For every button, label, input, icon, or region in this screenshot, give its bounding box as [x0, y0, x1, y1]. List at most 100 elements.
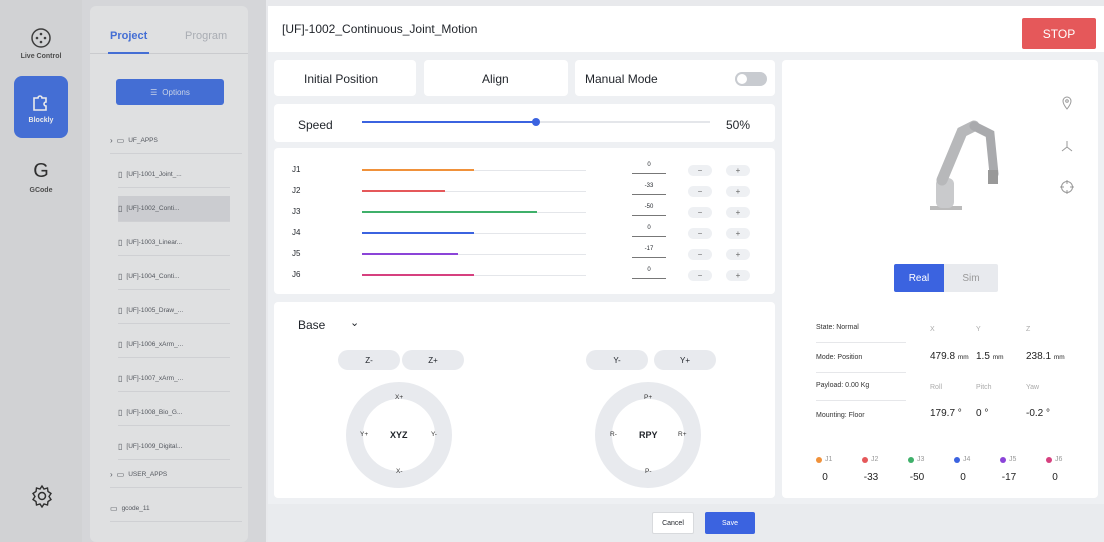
joint-slider[interactable]	[362, 169, 586, 171]
y-plus-button[interactable]: Y+	[654, 350, 716, 370]
joint-slider[interactable]	[362, 232, 586, 234]
mode-text: Mode: Position	[816, 354, 863, 361]
y-plus-label[interactable]: Y+	[360, 431, 368, 438]
sim-mode-button[interactable]: Sim	[944, 264, 998, 292]
y-minus-button[interactable]: Y-	[586, 350, 648, 370]
p-minus-label[interactable]: P-	[645, 468, 652, 475]
joint-readout-value: 0	[960, 472, 966, 483]
axes-icon[interactable]	[1060, 140, 1074, 154]
y-header: Y	[976, 326, 981, 333]
joint-legend-label: J4	[963, 456, 971, 463]
speed-slider[interactable]	[362, 118, 710, 126]
joint-label: J4	[292, 228, 301, 237]
joint-value-input[interactable]: 0	[632, 267, 666, 279]
joint-slider[interactable]	[362, 190, 586, 192]
joints-card: J1 0 − + J2 -33 − + J3 -50 − + J4 0 − + J5 -17 − + J6 0 − +	[274, 148, 775, 294]
joint-color-dot	[908, 456, 914, 463]
joint-value-input[interactable]: -50	[632, 204, 666, 216]
page-title: [UF]-1002_Continuous_Joint_Motion	[282, 22, 478, 36]
joint-slider-fill	[362, 190, 445, 192]
manual-mode-toggle[interactable]	[735, 72, 767, 86]
joint-increment-button[interactable]: +	[726, 165, 750, 176]
joint-slider-fill	[362, 274, 474, 276]
joint-legend: J6	[1046, 456, 1062, 463]
chevron-down-icon[interactable]: ⌄	[350, 316, 359, 329]
align-label: Align	[482, 72, 509, 86]
cancel-button[interactable]: Cancel	[652, 512, 694, 534]
joint-color-dot	[1046, 456, 1052, 463]
joint-slider[interactable]	[362, 274, 586, 276]
joint-increment-button[interactable]: +	[726, 270, 750, 281]
manual-mode-card: Manual Mode	[575, 60, 775, 96]
real-mode-button[interactable]: Real	[894, 264, 944, 292]
x-plus-label[interactable]: X+	[395, 394, 403, 401]
initial-position-label: Initial Position	[304, 72, 379, 86]
z-plus-button[interactable]: Z+	[402, 350, 464, 370]
y-minus-label[interactable]: Y-	[431, 431, 437, 438]
joint-readout-value: 0	[1052, 472, 1058, 483]
crosshair-icon[interactable]	[1060, 180, 1074, 194]
speed-slider-handle[interactable]	[532, 118, 540, 126]
align-button[interactable]: Align	[424, 60, 568, 96]
live-control-panel: [UF]-1002_Continuous_Joint_Motion STOP I…	[268, 6, 1104, 542]
joint-decrement-button[interactable]: −	[688, 270, 712, 281]
joint-slider-fill	[362, 253, 459, 255]
joint-slider-fill	[362, 169, 474, 171]
joint-legend: J4	[954, 456, 970, 463]
manual-mode-label: Manual Mode	[585, 72, 658, 86]
payload-text: Payload: 0.00 Kg	[816, 382, 870, 389]
joint-value-input[interactable]: 0	[632, 162, 666, 174]
joint-decrement-button[interactable]: −	[688, 207, 712, 218]
joint-row: J4 0 − +	[274, 225, 770, 245]
joint-value-input[interactable]: 0	[632, 225, 666, 237]
rpy-center-label: RPY	[639, 430, 658, 440]
stop-button[interactable]: STOP	[1022, 18, 1096, 49]
joint-legend-label: J1	[825, 456, 833, 463]
joint-legend-label: J5	[1009, 456, 1017, 463]
z-unit: mm	[1053, 354, 1065, 361]
speed-label: Speed	[298, 118, 333, 132]
joint-readout-value: -17	[1001, 472, 1017, 483]
frame-select-label[interactable]: Base	[298, 318, 325, 332]
joint-row: J5 -17 − +	[274, 246, 770, 266]
initial-position-button[interactable]: Initial Position	[274, 60, 416, 96]
z-minus-button[interactable]: Z-	[338, 350, 400, 370]
joint-readout-value: -33	[863, 472, 879, 483]
r-minus-label[interactable]: R-	[610, 431, 617, 438]
joint-slider[interactable]	[362, 211, 586, 213]
z-value: 238.1 mm	[1026, 351, 1065, 362]
location-pin-icon[interactable]	[1060, 96, 1074, 110]
joint-increment-button[interactable]: +	[726, 186, 750, 197]
joint-decrement-button[interactable]: −	[688, 186, 712, 197]
z-number: 238.1	[1026, 351, 1052, 362]
joint-legend-label: J6	[1055, 456, 1063, 463]
joint-decrement-button[interactable]: −	[688, 228, 712, 239]
speed-card: Speed 50%	[274, 104, 775, 142]
joint-slider[interactable]	[362, 253, 586, 255]
x-minus-label[interactable]: X-	[396, 468, 403, 475]
x-header: X	[930, 326, 935, 333]
joint-increment-button[interactable]: +	[726, 207, 750, 218]
joint-legend: J2	[862, 456, 878, 463]
joint-value-input[interactable]: -33	[632, 183, 666, 195]
joint-legend: J5	[1000, 456, 1016, 463]
joint-increment-button[interactable]: +	[726, 228, 750, 239]
roll-value: 179.7 °	[930, 408, 962, 419]
y-unit: mm	[992, 354, 1004, 361]
joint-readout-value: -50	[909, 472, 925, 483]
save-button[interactable]: Save	[705, 512, 755, 534]
joint-label: J2	[292, 186, 301, 195]
joint-row: J3 -50 − +	[274, 204, 770, 224]
r-plus-label[interactable]: R+	[678, 431, 687, 438]
p-plus-label[interactable]: P+	[644, 394, 652, 401]
joint-decrement-button[interactable]: −	[688, 249, 712, 260]
joint-readout-value: 0	[822, 472, 828, 483]
joint-decrement-button[interactable]: −	[688, 165, 712, 176]
joint-value-input[interactable]: -17	[632, 246, 666, 258]
modal-overlay	[0, 0, 266, 542]
joint-color-dot	[816, 456, 822, 463]
joint-label: J5	[292, 249, 301, 258]
joint-label: J3	[292, 207, 301, 216]
joint-increment-button[interactable]: +	[726, 249, 750, 260]
joint-legend-label: J2	[871, 456, 879, 463]
